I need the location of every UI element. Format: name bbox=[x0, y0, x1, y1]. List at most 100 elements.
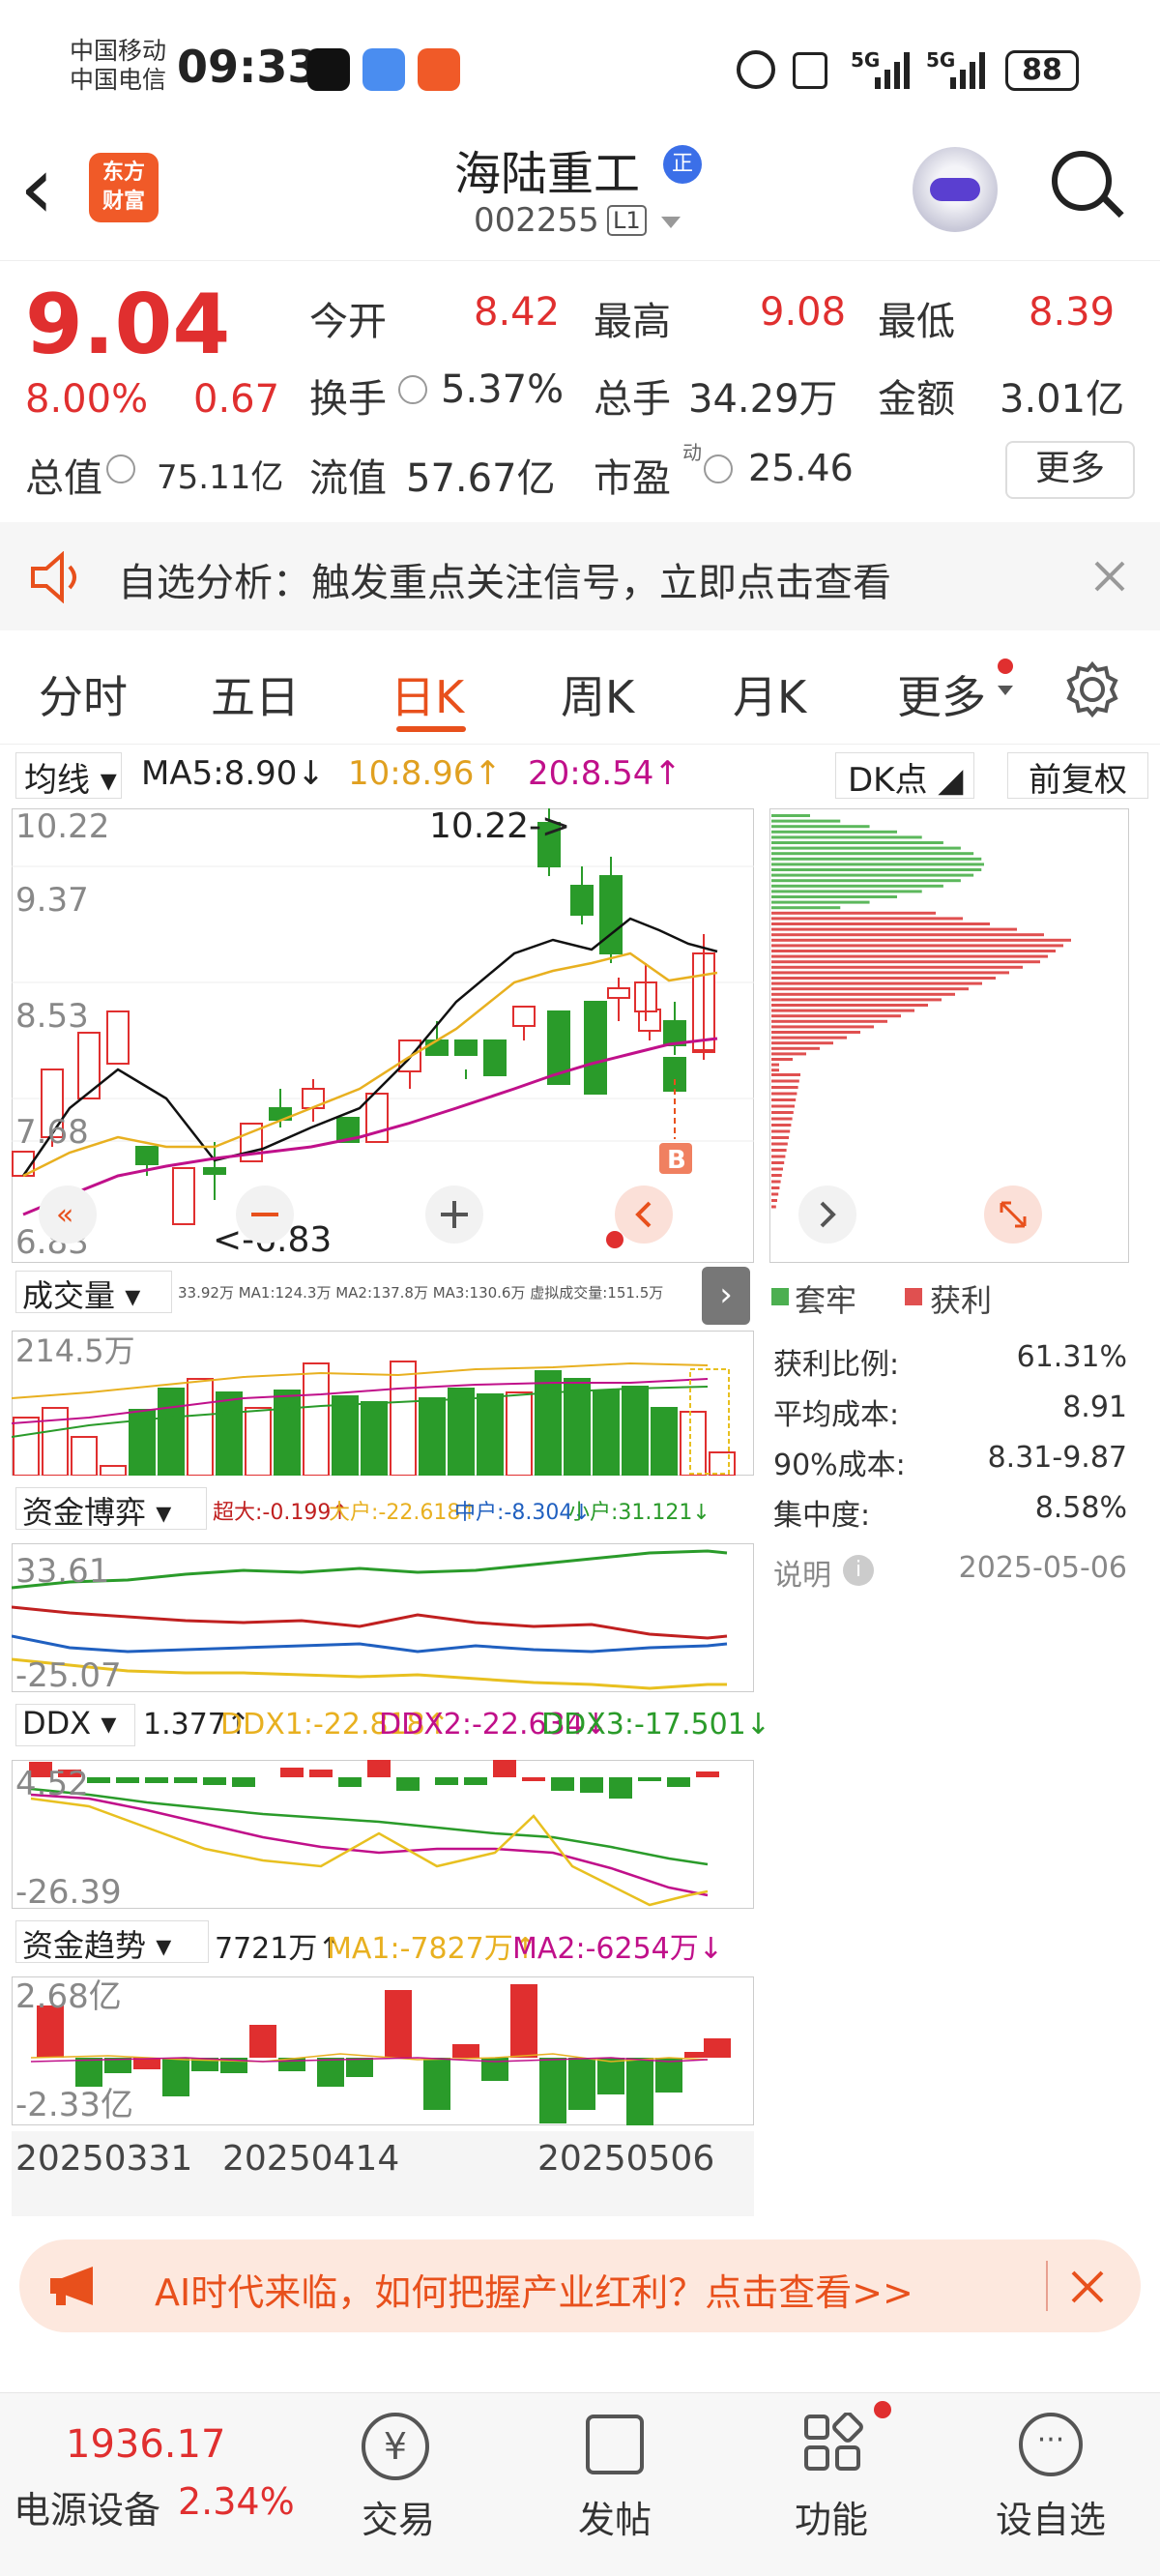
volume-bar bbox=[709, 1451, 736, 1476]
robot-assistant-icon[interactable] bbox=[913, 147, 998, 232]
volume-ma-values: 33.92万 MA1:124.3万 MA2:137.8万 MA3:130.6万 … bbox=[178, 1284, 664, 1302]
last-price: 9.04 bbox=[25, 277, 231, 373]
high-value: 9.08 bbox=[760, 290, 847, 335]
info-icon[interactable] bbox=[704, 454, 733, 483]
volume-bar bbox=[535, 1370, 562, 1476]
chip-bar bbox=[771, 938, 1071, 942]
ma5-value: MA5:8.90↓ bbox=[141, 754, 325, 793]
tab-monthly-k[interactable]: 月K bbox=[733, 662, 806, 726]
double-left-icon: « bbox=[56, 1198, 73, 1232]
fund-trend-ma2: MA2:-6254万↓ bbox=[512, 1932, 723, 1966]
chip-bar bbox=[771, 879, 961, 883]
chip-bar bbox=[771, 1014, 901, 1018]
search-icon-handle bbox=[1101, 194, 1124, 219]
candle-body bbox=[135, 1146, 159, 1165]
ddx-bar bbox=[232, 1777, 255, 1787]
gear-icon[interactable] bbox=[1063, 660, 1121, 718]
ma-selector[interactable]: 均线 ▾ bbox=[15, 752, 122, 800]
vibrate-icon bbox=[793, 52, 827, 89]
verified-badge: 正 bbox=[663, 145, 702, 184]
collapse-panel-button[interactable]: › bbox=[702, 1267, 750, 1325]
candle-body bbox=[483, 1039, 507, 1076]
trapped-legend: 套牢 bbox=[795, 1282, 857, 1319]
dk-point-selector[interactable]: DK点 ◢ bbox=[835, 752, 974, 800]
step-right-button[interactable] bbox=[798, 1186, 856, 1244]
chip-bar bbox=[771, 895, 897, 898]
ad-banner[interactable]: AI时代来临，如何把握产业红利？点击查看>> bbox=[19, 2239, 1141, 2332]
chip-distribution-chart[interactable] bbox=[769, 808, 1129, 1263]
close-icon[interactable] bbox=[1092, 559, 1127, 594]
ddx-selector[interactable]: DDX ▾ bbox=[15, 1704, 135, 1746]
info-icon[interactable] bbox=[106, 454, 135, 483]
fund-trend-chart[interactable]: 2.68亿 -2.33亿 bbox=[12, 1976, 754, 2125]
candle-body bbox=[454, 1039, 478, 1056]
avg-cost-value: 8.91 bbox=[1062, 1390, 1127, 1424]
kline-chart[interactable]: 10.22 9.37 8.53 7.68 6.83 10.22-> <-6.83… bbox=[12, 808, 754, 1263]
tab-weekly-k[interactable]: 周K bbox=[561, 662, 634, 726]
volume-bar bbox=[42, 1407, 69, 1476]
chip-bar bbox=[771, 965, 1023, 969]
candle-body bbox=[512, 1006, 536, 1027]
pe-label: 市盈 bbox=[594, 456, 671, 501]
ddx-bar bbox=[580, 1777, 603, 1793]
more-button[interactable]: 更多 bbox=[1005, 441, 1135, 499]
ddx-header: DDX ▾ 1.377↑ DDX1:-22.818↑ DDX2:-22.634↓… bbox=[12, 1702, 770, 1748]
logo-line-2: 财富 bbox=[102, 190, 145, 214]
chip-bar bbox=[771, 1180, 781, 1184]
pe-superscript: 动 bbox=[682, 441, 702, 464]
volume-bar bbox=[448, 1388, 475, 1476]
function-button[interactable]: 功能 bbox=[795, 2490, 868, 2543]
chip-bar bbox=[771, 971, 1009, 975]
fund-game-chart[interactable]: 33.61 -25.07 bbox=[12, 1543, 754, 1692]
chip-bar bbox=[771, 884, 943, 888]
fund-game-selector[interactable]: 资金博弈 ▾ bbox=[15, 1487, 207, 1531]
close-icon[interactable] bbox=[1069, 2269, 1106, 2305]
notification-dot bbox=[606, 1231, 624, 1248]
volume-selector[interactable]: 成交量 ▾ bbox=[15, 1271, 172, 1314]
carrier-1: 中国移动 bbox=[70, 37, 167, 65]
chip-bar bbox=[771, 814, 810, 817]
trend-bar bbox=[385, 1990, 412, 2058]
fund-trend-selector[interactable]: 资金趋势 ▾ bbox=[15, 1920, 209, 1964]
trend-bar bbox=[162, 2058, 189, 2096]
sector-name[interactable]: 电源设备 bbox=[14, 2480, 160, 2533]
trade-button[interactable]: 交易 bbox=[362, 2490, 435, 2543]
fund-y-bottom: -25.07 bbox=[15, 1656, 122, 1692]
y-tick-4: 7.68 bbox=[15, 1113, 89, 1152]
more-dots-icon: ··· bbox=[1019, 2413, 1083, 2476]
note-label[interactable]: 说明 bbox=[773, 1551, 831, 1594]
chip-bar bbox=[771, 1186, 780, 1189]
trend-y-top: 2.68亿 bbox=[15, 1977, 122, 2016]
y-tick-top: 10.22 bbox=[15, 808, 109, 846]
ddx-bar bbox=[309, 1770, 333, 1777]
step-left-button[interactable] bbox=[615, 1186, 673, 1244]
ddx-chart[interactable]: 4.52 -26.39 bbox=[12, 1760, 754, 1909]
ddx3-value: DDX3:-17.501↓ bbox=[541, 1708, 770, 1742]
analysis-banner[interactable]: 自选分析：触发重点关注信号，立即点击查看 bbox=[0, 522, 1160, 630]
ddx-bar bbox=[464, 1777, 487, 1785]
stock-code: 002255 bbox=[474, 201, 599, 240]
chip-date: 2025-05-06 bbox=[958, 1551, 1127, 1585]
tab-daily-k[interactable]: 日K bbox=[391, 662, 464, 726]
info-icon[interactable]: i bbox=[843, 1555, 874, 1586]
tab-five-day[interactable]: 五日 bbox=[211, 662, 300, 726]
volume-bar bbox=[622, 1386, 649, 1476]
cost90-label: 90%成本: bbox=[773, 1449, 906, 1482]
tab-more[interactable]: 更多 bbox=[897, 662, 986, 726]
speaker-icon bbox=[31, 551, 76, 603]
avg-cost-label: 平均成本: bbox=[773, 1398, 900, 1432]
volume-chart[interactable]: 214.5万 bbox=[12, 1331, 754, 1476]
chip-bar bbox=[771, 1199, 777, 1202]
level-badge[interactable]: L1 bbox=[607, 205, 647, 236]
info-icon[interactable] bbox=[398, 375, 427, 404]
adjust-selector[interactable]: 前复权 bbox=[1007, 752, 1148, 800]
post-button[interactable]: 发帖 bbox=[578, 2490, 652, 2543]
amount-value: 3.01亿 bbox=[1000, 377, 1125, 422]
chip-bar bbox=[771, 933, 1044, 937]
back-button[interactable]: ‹ bbox=[19, 145, 54, 232]
chevron-down-icon[interactable] bbox=[661, 217, 681, 228]
eastmoney-logo[interactable]: 东方 财富 bbox=[89, 153, 159, 222]
add-favorite-button[interactable]: 设自选 bbox=[996, 2490, 1106, 2543]
candle-body bbox=[638, 1009, 661, 1032]
tab-intraday[interactable]: 分时 bbox=[39, 662, 128, 726]
